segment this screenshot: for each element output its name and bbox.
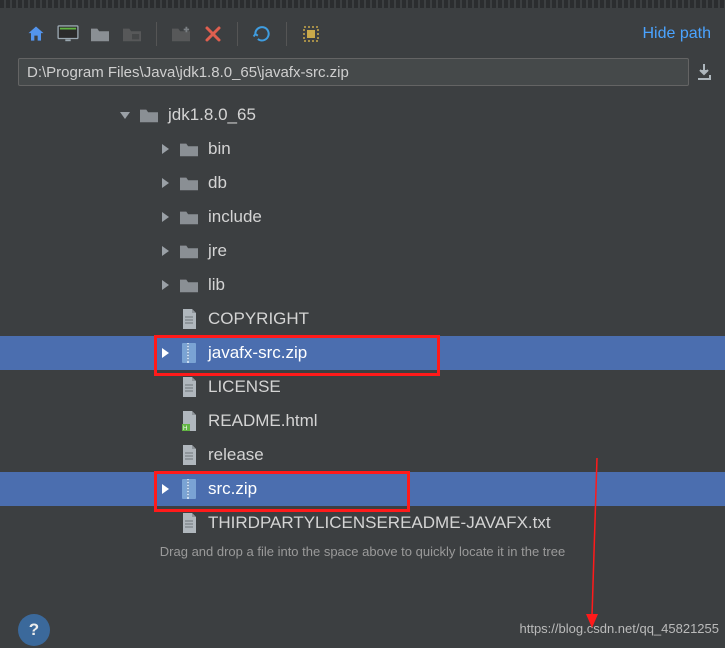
html-file-icon: H	[178, 410, 200, 432]
show-hidden-button[interactable]	[297, 20, 325, 48]
folder-icon	[178, 206, 200, 228]
tree-row[interactable]: THIRDPARTYLICENSEREADME-JAVAFX.txt	[0, 506, 725, 540]
tree-label: THIRDPARTYLICENSEREADME-JAVAFX.txt	[208, 513, 551, 533]
path-input[interactable]: D:\Program Files\Java\jdk1.8.0_65\javafx…	[18, 58, 689, 86]
path-action-button[interactable]	[693, 59, 715, 85]
refresh-icon	[252, 24, 272, 44]
tree-row[interactable]: javafx-src.zip	[0, 336, 725, 370]
refresh-button[interactable]	[248, 20, 276, 48]
folder-icon	[178, 172, 200, 194]
chevron-right-icon[interactable]	[158, 346, 172, 360]
archive-icon	[178, 342, 200, 364]
tree-label: javafx-src.zip	[208, 343, 307, 363]
tree-label: include	[208, 207, 262, 227]
text-file-icon	[178, 444, 200, 466]
folder-icon	[178, 138, 200, 160]
svg-text:H: H	[183, 426, 187, 432]
archive-icon	[178, 478, 200, 500]
tree-row[interactable]: lib	[0, 268, 725, 302]
file-tree[interactable]: jdk1.8.0_65bin db include jre lib COPYRIGHT ja…	[0, 92, 725, 540]
tree-row[interactable]: src.zip	[0, 472, 725, 506]
help-button[interactable]: ?	[18, 614, 50, 646]
tree-label: bin	[208, 139, 231, 159]
home-button[interactable]	[22, 20, 50, 48]
tree-label: COPYRIGHT	[208, 309, 309, 329]
chevron-down-icon[interactable]	[118, 108, 132, 122]
download-icon	[695, 62, 713, 82]
folder-module-icon	[121, 25, 143, 43]
hide-path-link[interactable]: Hide path	[643, 25, 716, 43]
tree-row[interactable]: release	[0, 438, 725, 472]
tree-label: src.zip	[208, 479, 257, 499]
tree-label: README.html	[208, 411, 318, 431]
new-folder-icon	[170, 25, 192, 43]
folder-icon	[178, 274, 200, 296]
tree-row[interactable]: H README.html	[0, 404, 725, 438]
delete-button[interactable]	[199, 20, 227, 48]
watermark: https://blog.csdn.net/qq_45821255	[520, 621, 720, 636]
tree-row[interactable]: include	[0, 200, 725, 234]
tree-row[interactable]: bin	[0, 132, 725, 166]
tree-label: LICENSE	[208, 377, 281, 397]
tree-row[interactable]: COPYRIGHT	[0, 302, 725, 336]
chevron-right-icon[interactable]	[158, 278, 172, 292]
toolbar: Hide path	[0, 8, 725, 54]
folder-icon	[138, 104, 160, 126]
tree-label: release	[208, 445, 264, 465]
tree-label: jdk1.8.0_65	[168, 105, 256, 125]
tree-row[interactable]: db	[0, 166, 725, 200]
text-file-icon	[178, 512, 200, 534]
tree-label: lib	[208, 275, 225, 295]
show-hidden-icon	[302, 25, 320, 43]
text-file-icon	[178, 376, 200, 398]
folder-dark-icon	[89, 25, 111, 43]
desktop-icon	[57, 25, 79, 43]
delete-icon	[204, 25, 222, 43]
drag-hint: Drag and drop a file into the space abov…	[0, 540, 725, 573]
folder-icon	[178, 240, 200, 262]
tree-row-root[interactable]: jdk1.8.0_65	[0, 98, 725, 132]
chevron-right-icon[interactable]	[158, 482, 172, 496]
desktop-button[interactable]	[54, 20, 82, 48]
tree-row[interactable]: LICENSE	[0, 370, 725, 404]
module-dir-button[interactable]	[118, 20, 146, 48]
home-icon	[26, 24, 46, 44]
tree-label: db	[208, 173, 227, 193]
tree-label: jre	[208, 241, 227, 261]
tree-row[interactable]: jre	[0, 234, 725, 268]
new-folder-button[interactable]	[167, 20, 195, 48]
chevron-right-icon[interactable]	[158, 142, 172, 156]
chevron-right-icon[interactable]	[158, 210, 172, 224]
chevron-right-icon[interactable]	[158, 176, 172, 190]
text-file-icon	[178, 308, 200, 330]
chevron-right-icon[interactable]	[158, 244, 172, 258]
project-dir-button[interactable]	[86, 20, 114, 48]
